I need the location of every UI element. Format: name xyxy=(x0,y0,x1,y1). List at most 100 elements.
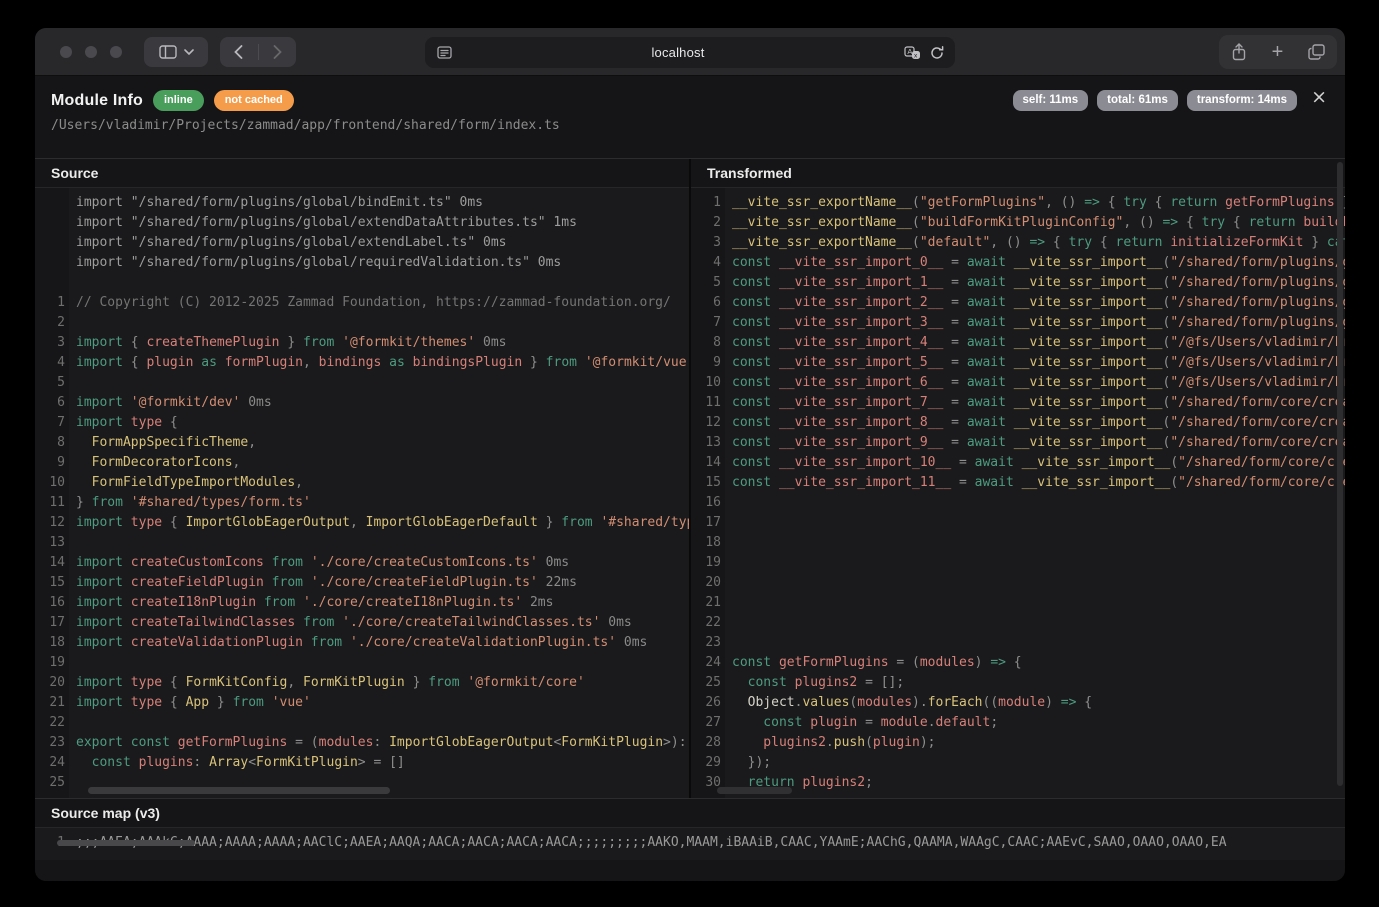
sourcemap-section: Source map (v3) 1;;;AAEA;AAAkC;AAAA;AAAA… xyxy=(35,798,1345,881)
code-line: 19 xyxy=(35,653,689,673)
code-text: const __vite_ssr_import_7__ = await __vi… xyxy=(721,393,1345,413)
code-line: 18 xyxy=(691,533,1345,553)
code-panels: Source import "/shared/form/plugins/glob… xyxy=(35,158,1345,798)
sourcemap-horizontal-scrollbar[interactable] xyxy=(57,840,195,846)
desktop: { "browser": { "url": "localhost", "new_… xyxy=(0,0,1379,907)
address-bar[interactable]: localhost A x xyxy=(425,37,955,68)
sourcemap-code[interactable]: 1;;;AAEA;AAAkC;AAAA;AAAA;AAAA;AAClC;AAEA… xyxy=(35,828,1345,860)
line-number: 20 xyxy=(35,673,65,693)
sidebar-icon xyxy=(159,45,177,59)
transformed-panel: Transformed 1__vite_ssr_exportName__("ge… xyxy=(689,159,1345,798)
code-text: } from '#shared/types/form.ts' xyxy=(65,493,689,513)
translate-icon[interactable]: A x xyxy=(904,46,921,60)
code-text: const __vite_ssr_import_3__ = await __vi… xyxy=(721,313,1345,333)
code-line: 8const __vite_ssr_import_4__ = await __v… xyxy=(691,333,1345,353)
line-number: 14 xyxy=(35,553,65,573)
source-horizontal-scrollbar[interactable] xyxy=(88,787,390,794)
code-text xyxy=(721,513,1345,533)
line-number: 20 xyxy=(691,573,721,593)
back-button[interactable] xyxy=(220,37,258,67)
code-line: 9 FormDecoratorIcons, xyxy=(35,453,689,473)
chevron-right-icon xyxy=(273,45,282,59)
line-number: 24 xyxy=(691,653,721,673)
transformed-vertical-scrollbar[interactable] xyxy=(1337,162,1343,786)
code-line: 7import type { xyxy=(35,413,689,433)
line-number: 19 xyxy=(691,553,721,573)
code-text: import "/shared/form/plugins/global/exte… xyxy=(65,233,689,253)
code-line: 13const __vite_ssr_import_9__ = await __… xyxy=(691,433,1345,453)
code-line: 21import type { App } from 'vue' xyxy=(35,693,689,713)
browser-toolbar: localhost A x xyxy=(35,28,1345,76)
line-number: 18 xyxy=(691,533,721,553)
code-line: 13 xyxy=(35,533,689,553)
line-number: 26 xyxy=(691,693,721,713)
line-number: 7 xyxy=(691,313,721,333)
line-number: 8 xyxy=(691,333,721,353)
tab-overview-button[interactable] xyxy=(1308,44,1325,60)
close-panel-button[interactable]: × xyxy=(1311,88,1327,107)
code-text: import createFieldPlugin from './core/cr… xyxy=(65,573,689,593)
code-text: import type { App } from 'vue' xyxy=(65,693,689,713)
code-text: __vite_ssr_exportName__("buildFormKitPlu… xyxy=(721,213,1345,233)
code-text xyxy=(721,553,1345,573)
code-line: import "/shared/form/plugins/global/requ… xyxy=(35,253,689,273)
code-text: const plugins: Array<FormKitPlugin> = [] xyxy=(65,753,689,773)
code-line: 4const __vite_ssr_import_0__ = await __v… xyxy=(691,253,1345,273)
line-number: 22 xyxy=(691,613,721,633)
code-line: import "/shared/form/plugins/global/bind… xyxy=(35,193,689,213)
forward-button[interactable] xyxy=(259,37,297,67)
svg-text:A: A xyxy=(907,47,912,56)
line-number: 22 xyxy=(35,713,65,733)
close-window-button[interactable] xyxy=(60,46,72,58)
status-badge-inline: inline xyxy=(153,90,204,111)
line-number: 19 xyxy=(35,653,65,673)
sidebar-toggle-button[interactable] xyxy=(144,37,208,67)
line-number: 21 xyxy=(35,693,65,713)
reader-icon[interactable] xyxy=(437,46,452,59)
code-line: 10const __vite_ssr_import_6__ = await __… xyxy=(691,373,1345,393)
tabs-icon xyxy=(1308,44,1325,60)
line-number: 6 xyxy=(35,393,65,413)
code-line: 29 }); xyxy=(691,753,1345,773)
source-code[interactable]: import "/shared/form/plugins/global/bind… xyxy=(35,188,689,798)
code-line: 25 const plugins2 = []; xyxy=(691,673,1345,693)
new-tab-button[interactable]: + xyxy=(1272,42,1284,62)
code-line: 8 FormAppSpecificTheme, xyxy=(35,433,689,453)
sourcemap-title: Source map (v3) xyxy=(35,799,1345,828)
code-text: const __vite_ssr_import_5__ = await __vi… xyxy=(721,353,1345,373)
code-text: const plugin = module.default; xyxy=(721,713,1345,733)
minimize-window-button[interactable] xyxy=(85,46,97,58)
browser-window: localhost A x xyxy=(35,28,1345,881)
zoom-window-button[interactable] xyxy=(110,46,122,58)
code-line: 11} from '#shared/types/form.ts' xyxy=(35,493,689,513)
code-text xyxy=(65,653,689,673)
code-text xyxy=(721,633,1345,653)
chevron-left-icon xyxy=(234,45,243,59)
line-number: 16 xyxy=(691,493,721,513)
line-number xyxy=(35,213,65,233)
code-text xyxy=(721,613,1345,633)
code-line: 3__vite_ssr_exportName__("default", () =… xyxy=(691,233,1345,253)
code-line: 27 const plugin = module.default; xyxy=(691,713,1345,733)
url-text: localhost xyxy=(452,45,904,60)
line-number: 23 xyxy=(35,733,65,753)
code-text: import createCustomIcons from './core/cr… xyxy=(65,553,689,573)
code-text: import "/shared/form/plugins/global/exte… xyxy=(65,213,689,233)
code-text: import createTailwindClasses from './cor… xyxy=(65,613,689,633)
transformed-code[interactable]: 1__vite_ssr_exportName__("getFormPlugins… xyxy=(691,188,1345,798)
timing-badge-transform: transform: 14ms xyxy=(1187,90,1297,111)
code-text: }); xyxy=(721,753,1345,773)
code-line: 22 xyxy=(691,613,1345,633)
code-text: FormDecoratorIcons, xyxy=(65,453,689,473)
line-number xyxy=(35,193,65,213)
line-number: 23 xyxy=(691,633,721,653)
line-number: 14 xyxy=(691,453,721,473)
code-text: const __vite_ssr_import_11__ = await __v… xyxy=(721,473,1345,493)
share-button[interactable] xyxy=(1231,43,1247,61)
code-text: const __vite_ssr_import_10__ = await __v… xyxy=(721,453,1345,473)
transformed-panel-title: Transformed xyxy=(691,159,1345,188)
code-text: ;;;AAEA;AAAkC;AAAA;AAAA;AAAA;AAClC;AAEA;… xyxy=(65,833,1345,853)
transformed-horizontal-scrollbar[interactable] xyxy=(717,787,792,794)
status-badge-not-cached: not cached xyxy=(214,90,294,111)
reload-icon[interactable] xyxy=(930,46,944,60)
